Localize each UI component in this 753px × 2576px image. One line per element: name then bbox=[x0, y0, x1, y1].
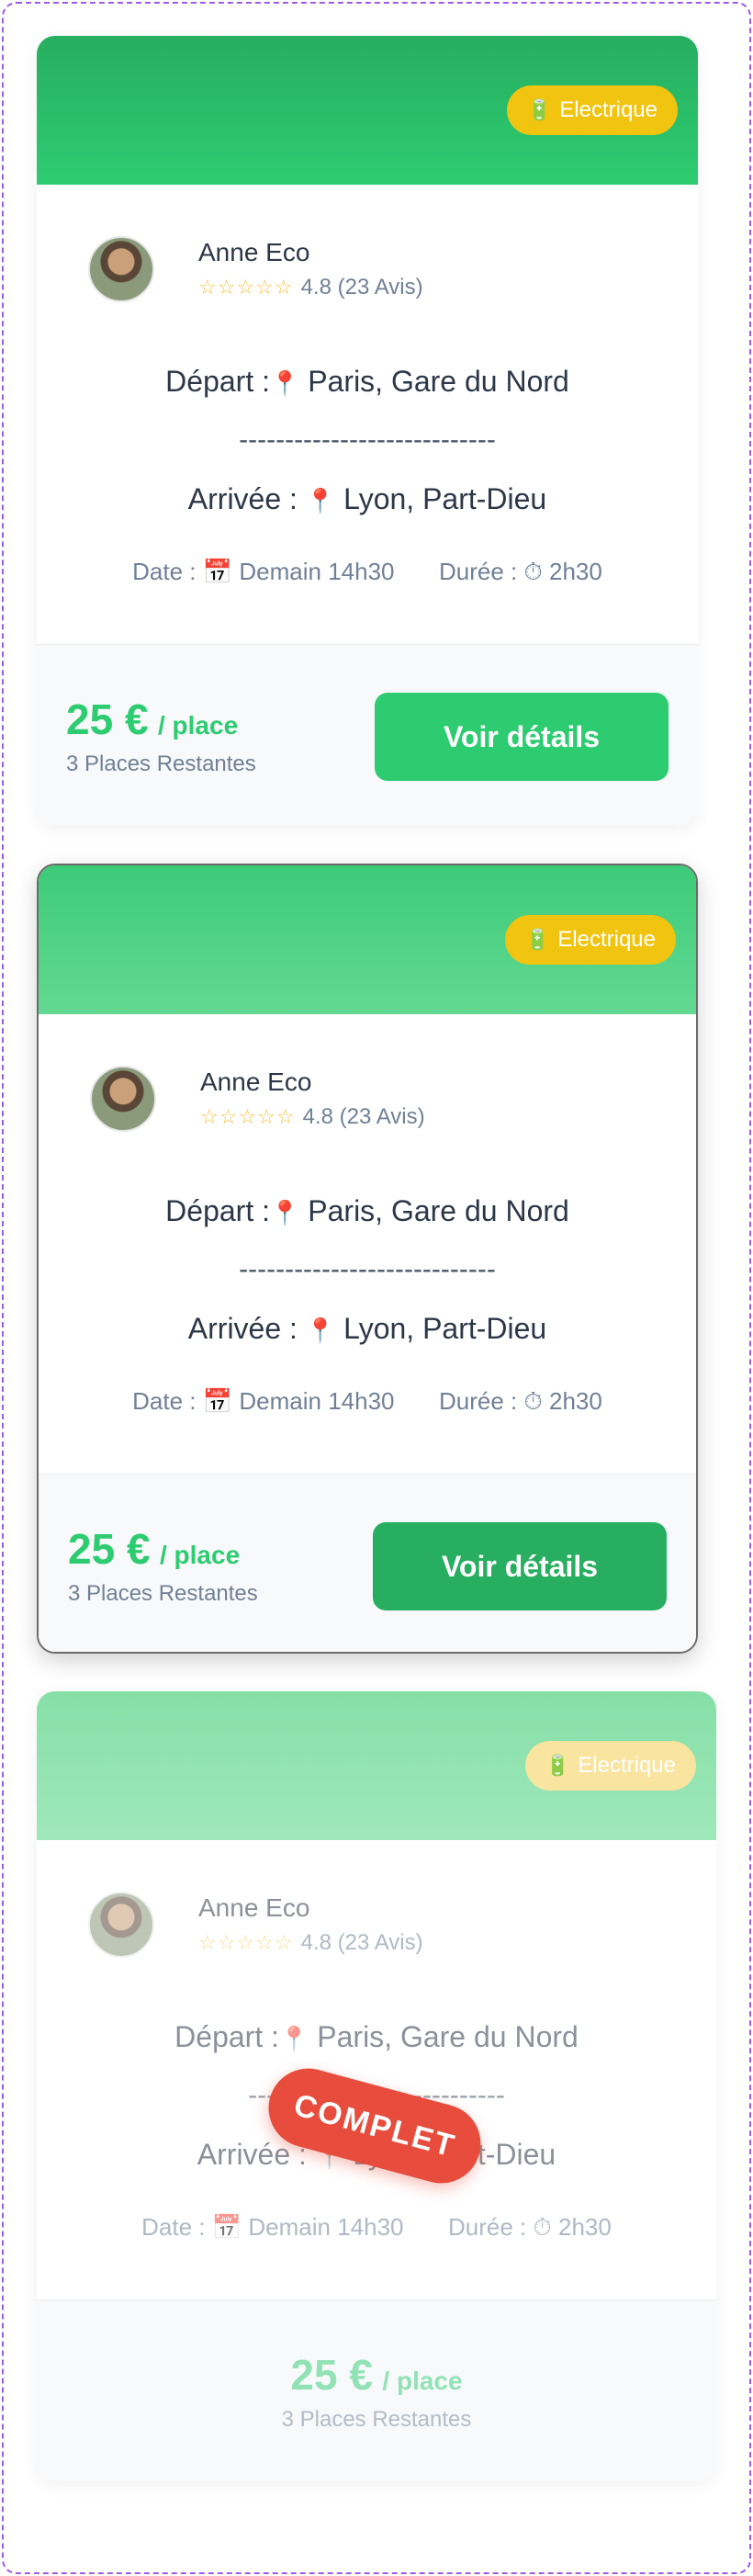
arrival: Arrivée : 📍 Lyon, Part-Dieu bbox=[37, 477, 698, 521]
driver-info: Anne Eco ☆☆☆☆☆ 4.8 (23 Avis) bbox=[88, 1892, 423, 1958]
card-header: 🔋 Electrique bbox=[37, 1691, 716, 1840]
card-footer: 25 € / place 3 Places Restantes Voir dét… bbox=[39, 1474, 696, 1652]
price-block: 25 € / place 3 Places Restantes bbox=[37, 2350, 716, 2433]
duration-value: 2h30 bbox=[548, 558, 602, 585]
battery-icon: 🔋 bbox=[526, 98, 553, 121]
avatar bbox=[88, 1892, 154, 1958]
duration-value: 2h30 bbox=[557, 2213, 612, 2241]
arrival-place: Lyon, Part-Dieu bbox=[343, 482, 547, 515]
trip-meta: Date : 📅 Demain 14h30 Durée : ⏱ 2h30 bbox=[37, 2213, 716, 2243]
route-separator: ---------------------------- bbox=[239, 1254, 496, 1284]
calendar-icon: 📅 bbox=[202, 558, 233, 585]
departure-place: Paris, Gare du Nord bbox=[308, 1194, 569, 1227]
date-label: Date : bbox=[141, 2213, 206, 2241]
departure-place: Paris, Gare du Nord bbox=[308, 365, 569, 398]
departure: Départ :📍 Paris, Gare du Nord bbox=[37, 2015, 716, 2059]
price-unit: / place bbox=[157, 711, 239, 740]
ride-card-full: 🔋 Electrique Anne Eco ☆☆☆☆☆ 4.8 (23 Avis… bbox=[37, 1691, 716, 2481]
price-amount: 25 € bbox=[290, 2351, 373, 2399]
driver-rating: ☆☆☆☆☆ 4.8 (23 Avis) bbox=[198, 1930, 423, 1956]
card-header: 🔋 Electrique bbox=[37, 36, 698, 185]
avatar bbox=[90, 1066, 156, 1132]
calendar-icon: 📅 bbox=[211, 2213, 242, 2241]
date-value: Demain 14h30 bbox=[248, 2213, 404, 2241]
driver-name: Anne Eco bbox=[200, 1068, 312, 1096]
card-footer: 25 € / place 3 Places Restantes bbox=[37, 2299, 716, 2481]
ride-card[interactable]: 🔋 Electrique Anne Eco ☆☆☆☆☆ 4.8 (23 Avis… bbox=[37, 864, 698, 1654]
driver-rating: ☆☆☆☆☆ 4.8 (23 Avis) bbox=[198, 275, 423, 300]
rating-text: 4.8 (23 Avis) bbox=[300, 1930, 423, 1955]
card-footer: 25 € / place 3 Places Restantes Voir dét… bbox=[37, 644, 698, 826]
battery-icon: 🔋 bbox=[545, 1754, 571, 1777]
map-pin-icon: 📍 bbox=[279, 2025, 309, 2052]
badge-label: Electrique bbox=[559, 97, 657, 122]
duration-label: Durée : bbox=[438, 1387, 518, 1415]
departure-place: Paris, Gare du Nord bbox=[317, 2020, 579, 2053]
date-value: Demain 14h30 bbox=[239, 1387, 395, 1415]
places-remaining: 3 Places Restantes bbox=[66, 751, 256, 776]
view-details-button[interactable]: Voir détails bbox=[375, 693, 669, 781]
electric-badge: 🔋 Electrique bbox=[524, 1741, 696, 1791]
electric-badge: 🔋 Electrique bbox=[506, 85, 678, 135]
departure-label: Départ : bbox=[165, 365, 270, 398]
route-separator: ---------------------------- bbox=[239, 424, 496, 455]
arrival-label: Arrivée : bbox=[187, 482, 298, 515]
places-remaining: 3 Places Restantes bbox=[281, 2407, 472, 2432]
avatar bbox=[88, 236, 154, 302]
driver-name: Anne Eco bbox=[198, 1893, 310, 1922]
card-header: 🔋 Electrique bbox=[39, 865, 696, 1014]
rating-text: 4.8 (23 Avis) bbox=[302, 1104, 425, 1129]
card-body: Anne Eco ☆☆☆☆☆ 4.8 (23 Avis) Départ :📍 P… bbox=[39, 1014, 696, 1474]
price-amount: 25 € bbox=[66, 695, 149, 743]
places-remaining: 3 Places Restantes bbox=[68, 1581, 258, 1606]
price-unit: / place bbox=[382, 2367, 463, 2395]
map-pin-icon: 📍 bbox=[305, 1316, 336, 1344]
stopwatch-icon: ⏱ bbox=[533, 2213, 552, 2241]
departure: Départ :📍 Paris, Gare du Nord bbox=[37, 359, 698, 403]
stopwatch-icon: ⏱ bbox=[523, 1387, 543, 1415]
driver-info: Anne Eco ☆☆☆☆☆ 4.8 (23 Avis) bbox=[88, 236, 423, 302]
map-pin-icon: 📍 bbox=[305, 487, 336, 514]
card-body: Anne Eco ☆☆☆☆☆ 4.8 (23 Avis) Départ :📍 P… bbox=[37, 185, 698, 644]
driver-name: Anne Eco bbox=[198, 238, 310, 266]
electric-badge: 🔋 Electrique bbox=[504, 915, 676, 965]
ride-card[interactable]: 🔋 Electrique Anne Eco ☆☆☆☆☆ 4.8 (23 Avis… bbox=[37, 36, 698, 826]
price-unit: / place bbox=[159, 1541, 241, 1569]
date-label: Date : bbox=[132, 558, 197, 585]
star-rating-icon: ☆☆☆☆☆ bbox=[200, 1105, 296, 1128]
star-rating-icon: ☆☆☆☆☆ bbox=[198, 276, 294, 299]
departure-label: Départ : bbox=[165, 1194, 270, 1227]
map-pin-icon: 📍 bbox=[270, 369, 300, 397]
duration-value: 2h30 bbox=[548, 1387, 602, 1415]
view-details-button[interactable]: Voir détails bbox=[373, 1522, 667, 1610]
trip-meta: Date : 📅 Demain 14h30 Durée : ⏱ 2h30 bbox=[37, 558, 698, 587]
arrival-place: Lyon, Part-Dieu bbox=[343, 1312, 547, 1345]
duration-label: Durée : bbox=[438, 558, 518, 585]
departure-label: Départ : bbox=[174, 2020, 279, 2053]
badge-label: Electrique bbox=[578, 1753, 676, 1778]
route: Départ :📍 Paris, Gare du Nord ----------… bbox=[39, 1189, 696, 1350]
departure: Départ :📍 Paris, Gare du Nord bbox=[39, 1189, 696, 1233]
card-body: Anne Eco ☆☆☆☆☆ 4.8 (23 Avis) Départ :📍 P… bbox=[37, 1840, 716, 2299]
map-pin-icon: 📍 bbox=[270, 1199, 300, 1226]
trip-meta: Date : 📅 Demain 14h30 Durée : ⏱ 2h30 bbox=[39, 1387, 696, 1417]
date-label: Date : bbox=[132, 1387, 197, 1415]
rating-text: 4.8 (23 Avis) bbox=[300, 275, 423, 299]
stopwatch-icon: ⏱ bbox=[523, 558, 543, 585]
price-block: 25 € / place 3 Places Restantes bbox=[68, 1524, 258, 1607]
date-value: Demain 14h30 bbox=[239, 558, 395, 585]
arrival-label: Arrivée : bbox=[187, 1312, 298, 1345]
price-block: 25 € / place 3 Places Restantes bbox=[66, 695, 256, 777]
price-amount: 25 € bbox=[68, 1525, 151, 1573]
star-rating-icon: ☆☆☆☆☆ bbox=[198, 1931, 294, 1954]
battery-icon: 🔋 bbox=[524, 928, 551, 951]
badge-label: Electrique bbox=[557, 927, 656, 952]
route: Départ :📍 Paris, Gare du Nord ----------… bbox=[37, 359, 698, 521]
calendar-icon: 📅 bbox=[202, 1387, 233, 1415]
driver-info: Anne Eco ☆☆☆☆☆ 4.8 (23 Avis) bbox=[90, 1066, 425, 1132]
driver-rating: ☆☆☆☆☆ 4.8 (23 Avis) bbox=[200, 1104, 425, 1130]
duration-label: Durée : bbox=[447, 2213, 527, 2241]
arrival: Arrivée : 📍 Lyon, Part-Dieu bbox=[39, 1306, 696, 1350]
